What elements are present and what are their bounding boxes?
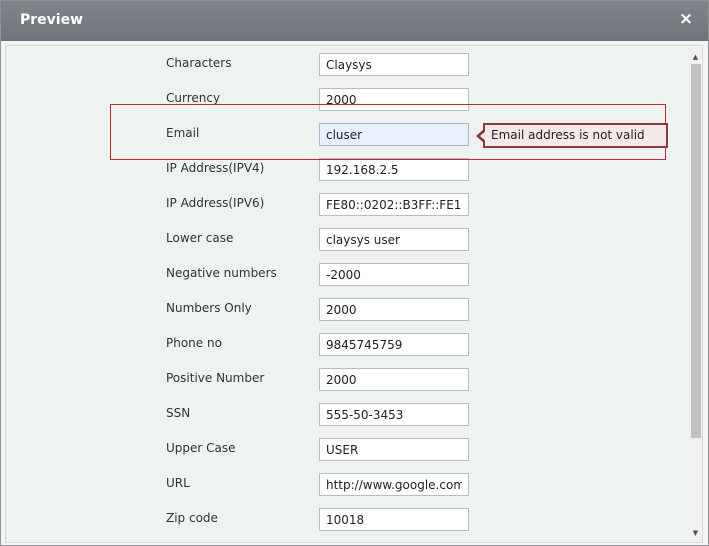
chevron-down-icon[interactable]: ▼ <box>689 527 702 539</box>
vertical-scrollbar[interactable]: ▲ ▼ <box>689 51 702 539</box>
zip-code-input[interactable] <box>319 508 469 531</box>
field-row-ipv4: IP Address(IPV4) <box>6 151 686 186</box>
dialog-titlebar: Preview × <box>1 1 708 41</box>
negative-numbers-label: Negative numbers <box>166 266 277 280</box>
lower-case-input[interactable] <box>319 228 469 251</box>
dialog-title: Preview <box>20 12 84 28</box>
ssn-label: SSN <box>166 406 191 420</box>
upper-case-label: Upper Case <box>166 441 236 455</box>
field-row-negative-numbers: Negative numbers <box>6 256 686 291</box>
numbers-only-input[interactable] <box>319 298 469 321</box>
field-row-numbers-only: Numbers Only <box>6 291 686 326</box>
currency-input[interactable] <box>319 88 469 111</box>
field-row-url: URL <box>6 466 686 501</box>
field-row-lower-case: Lower case <box>6 221 686 256</box>
form-content: Characters Currency Email IP Address(IPV… <box>5 45 703 543</box>
upper-case-input[interactable] <box>319 438 469 461</box>
phone-label: Phone no <box>166 336 222 350</box>
url-input[interactable] <box>319 473 469 496</box>
field-row-upper-case: Upper Case <box>6 431 686 466</box>
field-row-characters: Characters <box>6 46 686 81</box>
numbers-only-label: Numbers Only <box>166 301 252 315</box>
email-validation-tooltip: Email address is not valid <box>476 123 668 148</box>
characters-label: Characters <box>166 56 232 70</box>
ipv4-input[interactable] <box>319 158 469 181</box>
field-row-ssn: SSN <box>6 396 686 431</box>
field-row-phone: Phone no <box>6 326 686 361</box>
chevron-up-icon[interactable]: ▲ <box>689 51 702 63</box>
negative-numbers-input[interactable] <box>319 263 469 286</box>
email-input[interactable] <box>319 123 469 146</box>
phone-input[interactable] <box>319 333 469 356</box>
field-row-zip-code: Zip code <box>6 501 686 536</box>
ssn-input[interactable] <box>319 403 469 426</box>
email-label: Email <box>166 126 200 140</box>
close-icon[interactable]: × <box>678 10 694 28</box>
preview-dialog: Preview × Characters Currency Email IP A… <box>0 0 709 546</box>
lower-case-label: Lower case <box>166 231 234 245</box>
url-label: URL <box>166 476 190 490</box>
currency-label: Currency <box>166 91 221 105</box>
field-row-currency: Currency <box>6 81 686 116</box>
scrollbar-thumb[interactable] <box>691 64 701 438</box>
zip-code-label: Zip code <box>166 511 218 525</box>
ipv6-input[interactable] <box>319 193 469 216</box>
positive-number-label: Positive Number <box>166 371 265 385</box>
positive-number-input[interactable] <box>319 368 469 391</box>
ipv4-label: IP Address(IPV4) <box>166 161 265 175</box>
field-row-positive-number: Positive Number <box>6 361 686 396</box>
ipv6-label: IP Address(IPV6) <box>166 196 265 210</box>
field-row-ipv6: IP Address(IPV6) <box>6 186 686 221</box>
characters-input[interactable] <box>319 53 469 76</box>
